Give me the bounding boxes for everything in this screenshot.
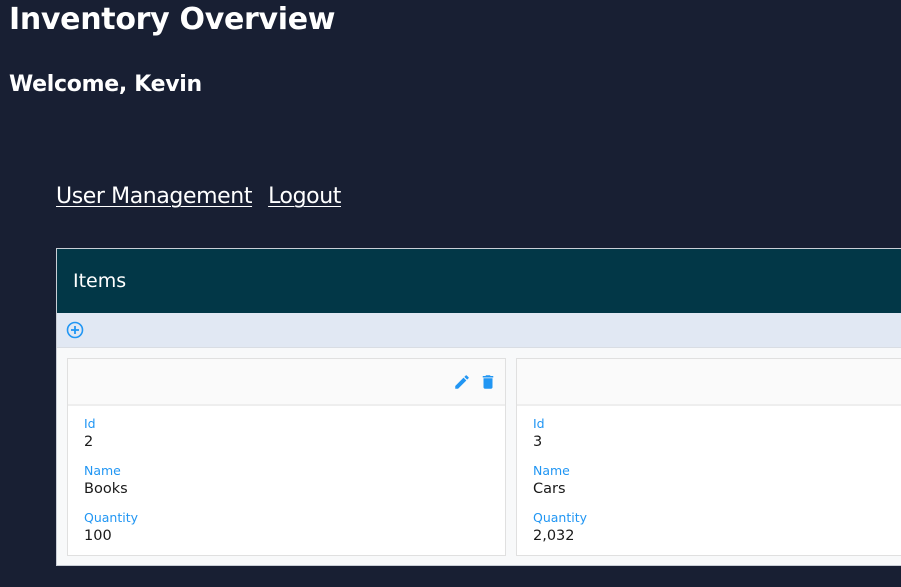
field-label-id: Id — [84, 416, 96, 431]
plus-circle-icon — [66, 321, 84, 339]
top-nav: User Management Logout — [56, 182, 341, 212]
panel-title: Items — [73, 270, 127, 292]
field-label-quantity: Quantity — [84, 510, 139, 525]
logout-link[interactable]: Logout — [268, 182, 341, 212]
field-label-name: Name — [84, 463, 121, 478]
field-value-id: 3 — [533, 434, 543, 450]
add-item-button[interactable] — [66, 321, 84, 339]
card-header — [68, 359, 505, 406]
welcome-message: Welcome, Kevin — [9, 72, 202, 97]
items-toolbar — [57, 313, 901, 348]
field-label-name: Name — [533, 463, 570, 478]
field-value-quantity: 100 — [84, 528, 112, 544]
user-management-link[interactable]: User Management — [56, 182, 252, 212]
panel-header: Items — [57, 249, 901, 313]
field-label-quantity: Quantity — [533, 510, 588, 525]
card-body: Id 3 Name Cars Quantity 2,032 — [517, 406, 901, 546]
field-value-id: 2 — [84, 434, 94, 450]
card-header — [517, 359, 901, 406]
edit-icon — [455, 374, 469, 389]
field-value-name: Books — [84, 481, 128, 497]
items-panel: Items Id 2 Name Books Quantity 100 Id 3 … — [56, 248, 901, 566]
field-label-id: Id — [533, 416, 545, 431]
delete-button[interactable] — [479, 373, 497, 391]
delete-icon — [482, 374, 494, 389]
edit-button[interactable] — [453, 373, 471, 391]
item-card: Id 3 Name Cars Quantity 2,032 — [516, 358, 901, 556]
field-value-quantity: 2,032 — [533, 528, 575, 544]
page-title: Inventory Overview — [9, 2, 336, 37]
card-body: Id 2 Name Books Quantity 100 — [68, 406, 505, 546]
field-value-name: Cars — [533, 481, 566, 497]
item-card: Id 2 Name Books Quantity 100 — [67, 358, 506, 556]
